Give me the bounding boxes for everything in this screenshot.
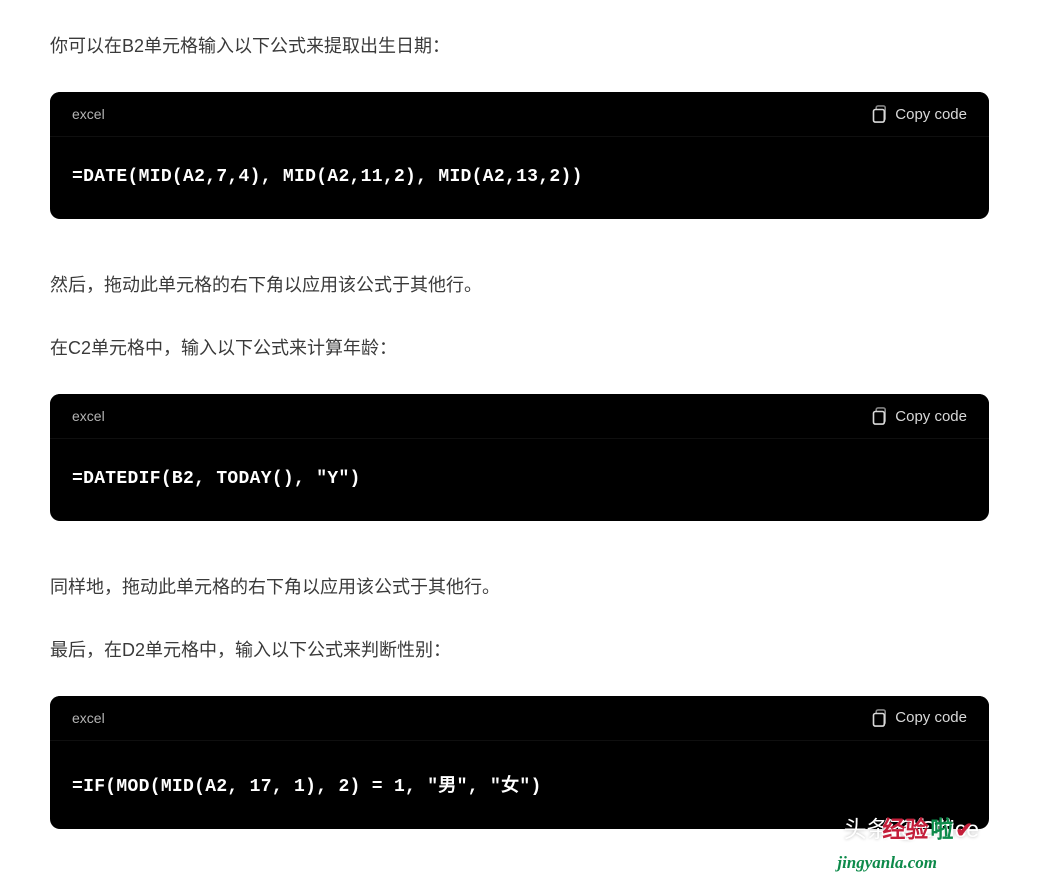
copy-code-button[interactable]: Copy code: [869, 708, 967, 728]
code-language-label: excel: [72, 408, 105, 424]
watermark-logo: 经验 啦 ✔: [882, 810, 973, 844]
watermark-logo-part2: 啦: [930, 810, 953, 844]
code-header: excel Copy code: [50, 696, 989, 741]
clipboard-icon: [869, 708, 887, 728]
paragraph-d2: 最后，在D2单元格中，输入以下公式来判断性别：: [50, 634, 989, 666]
intro-paragraph-1: 你可以在B2单元格输入以下公式来提取出生日期：: [50, 30, 989, 62]
paragraph-c2: 在C2单元格中，输入以下公式来计算年龄：: [50, 332, 989, 364]
code-language-label: excel: [72, 106, 105, 122]
code-text: =DATEDIF(B2, TODAY(), "Y"): [72, 469, 361, 489]
code-block-date: excel Copy code =DATE(MID(A2,7,4), MID(A…: [50, 92, 989, 219]
clipboard-icon: [869, 406, 887, 426]
watermark-logo-part1: 经验: [882, 810, 928, 844]
watermark-site-url: jingyanla.com: [837, 853, 937, 873]
copy-code-label: Copy code: [895, 709, 967, 726]
copy-code-label: Copy code: [895, 106, 967, 123]
code-body: =DATEDIF(B2, TODAY(), "Y"): [50, 439, 989, 521]
code-header: excel Copy code: [50, 394, 989, 439]
code-block-if: excel Copy code =IF(MOD(MID(A2, 17, 1), …: [50, 696, 989, 829]
code-body: =DATE(MID(A2,7,4), MID(A2,11,2), MID(A2,…: [50, 137, 989, 219]
code-header: excel Copy code: [50, 92, 989, 137]
code-text: =DATE(MID(A2,7,4), MID(A2,11,2), MID(A2,…: [72, 167, 583, 187]
copy-code-label: Copy code: [895, 408, 967, 425]
clipboard-icon: [869, 104, 887, 124]
paragraph-drag-1: 然后，拖动此单元格的右下角以应用该公式于其他行。: [50, 269, 989, 301]
watermark-check-icon: ✔: [955, 818, 973, 843]
paragraph-drag-2: 同样地，拖动此单元格的右下角以应用该公式于其他行。: [50, 571, 989, 603]
code-block-datedif: excel Copy code =DATEDIF(B2, TODAY(), "Y…: [50, 394, 989, 521]
code-text: =IF(MOD(MID(A2, 17, 1), 2) = 1, "男", "女"…: [72, 777, 542, 797]
copy-code-button[interactable]: Copy code: [869, 104, 967, 124]
code-language-label: excel: [72, 710, 105, 726]
copy-code-button[interactable]: Copy code: [869, 406, 967, 426]
